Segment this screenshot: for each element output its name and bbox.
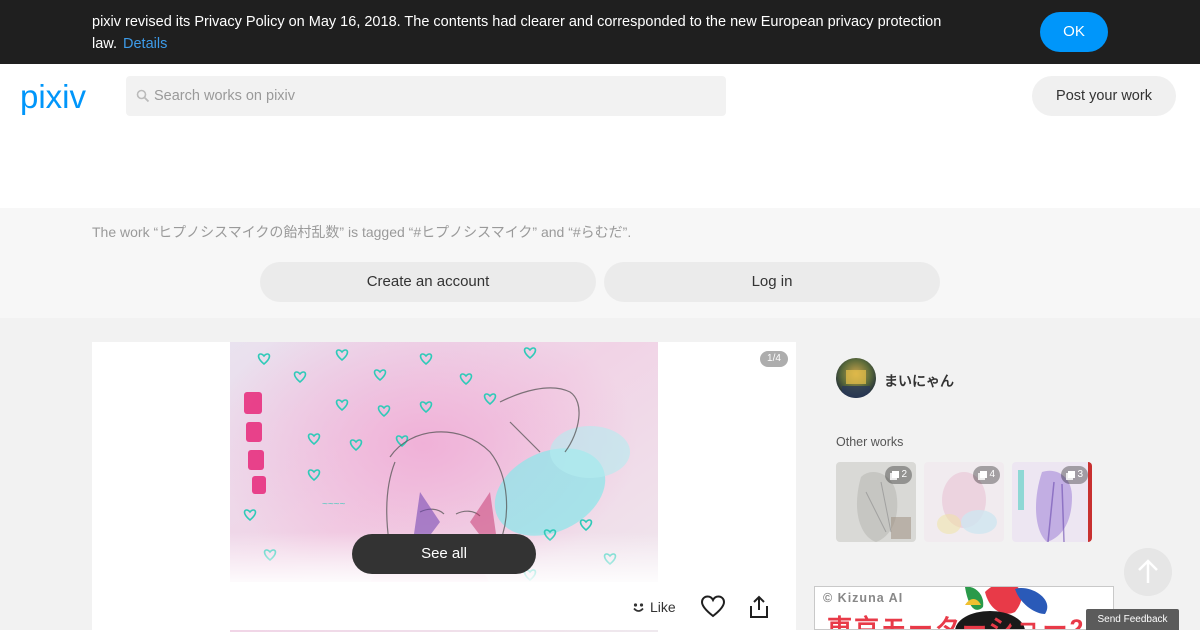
pixiv-logo-text: pixiv (20, 78, 87, 115)
svg-text:~~~~: ~~~~ (322, 499, 346, 510)
privacy-banner-message: pixiv revised its Privacy Policy on May … (92, 14, 942, 52)
smile-icon (633, 602, 644, 612)
search-icon (136, 89, 150, 103)
scroll-to-top-button[interactable] (1124, 548, 1172, 596)
privacy-banner: pixiv revised its Privacy Policy on May … (0, 0, 1200, 64)
ad-credit: © Kizuna AI (823, 591, 904, 605)
pages-icon (978, 470, 988, 480)
other-work-thumb[interactable]: 4 (924, 462, 1004, 542)
pages-icon (1066, 470, 1076, 480)
pages-icon (890, 470, 900, 480)
login-button[interactable]: Log in (604, 262, 940, 302)
privacy-details-link[interactable]: Details (123, 36, 167, 52)
share-icon[interactable] (748, 594, 770, 620)
tagged-section: The work “ヒプノシスマイクの飴村乱数” is tagged “#ヒプノ… (0, 208, 1200, 318)
search-box (126, 76, 726, 116)
other-works-heading: Other works (836, 435, 904, 449)
thumb-page-count: 4 (989, 469, 995, 480)
thumb-page-count: 2 (901, 469, 907, 480)
artwork-actions-bar (92, 582, 796, 630)
page-count-badge: 1/4 (760, 351, 788, 367)
site-header: pixiv Post your work (0, 64, 1200, 208)
advertisement-banner[interactable]: © Kizuna AI 東京モーターショー2019 (814, 586, 1114, 630)
see-all-button[interactable]: See all (352, 534, 536, 574)
search-input[interactable] (154, 76, 714, 116)
ad-headline: 東京モーターショー2019 (827, 615, 1114, 630)
pixiv-logo[interactable]: pixiv (20, 76, 104, 116)
heart-icon[interactable] (700, 594, 726, 620)
post-your-work-button[interactable]: Post your work (1032, 76, 1176, 116)
privacy-ok-button[interactable]: OK (1040, 12, 1108, 52)
send-feedback-button[interactable]: Send Feedback (1086, 609, 1179, 630)
create-account-button[interactable]: Create an account (260, 262, 596, 302)
other-work-thumb[interactable]: 2 (836, 462, 916, 542)
tagged-description: The work “ヒプノシスマイクの飴村乱数” is tagged “#ヒプノ… (92, 224, 632, 240)
like-label: Like (650, 599, 676, 615)
thumb-page-badge: 4 (973, 466, 1000, 484)
avatar[interactable] (836, 358, 876, 398)
privacy-banner-text: pixiv revised its Privacy Policy on May … (92, 11, 962, 55)
other-work-thumb[interactable]: 3 (1012, 462, 1092, 542)
thumb-page-badge: 2 (885, 466, 912, 484)
thumb-page-badge: 3 (1061, 466, 1088, 484)
like-button[interactable]: Like (632, 596, 676, 618)
thumb-page-count: 3 (1077, 469, 1083, 480)
user-name[interactable]: まいにゃん (884, 371, 954, 391)
